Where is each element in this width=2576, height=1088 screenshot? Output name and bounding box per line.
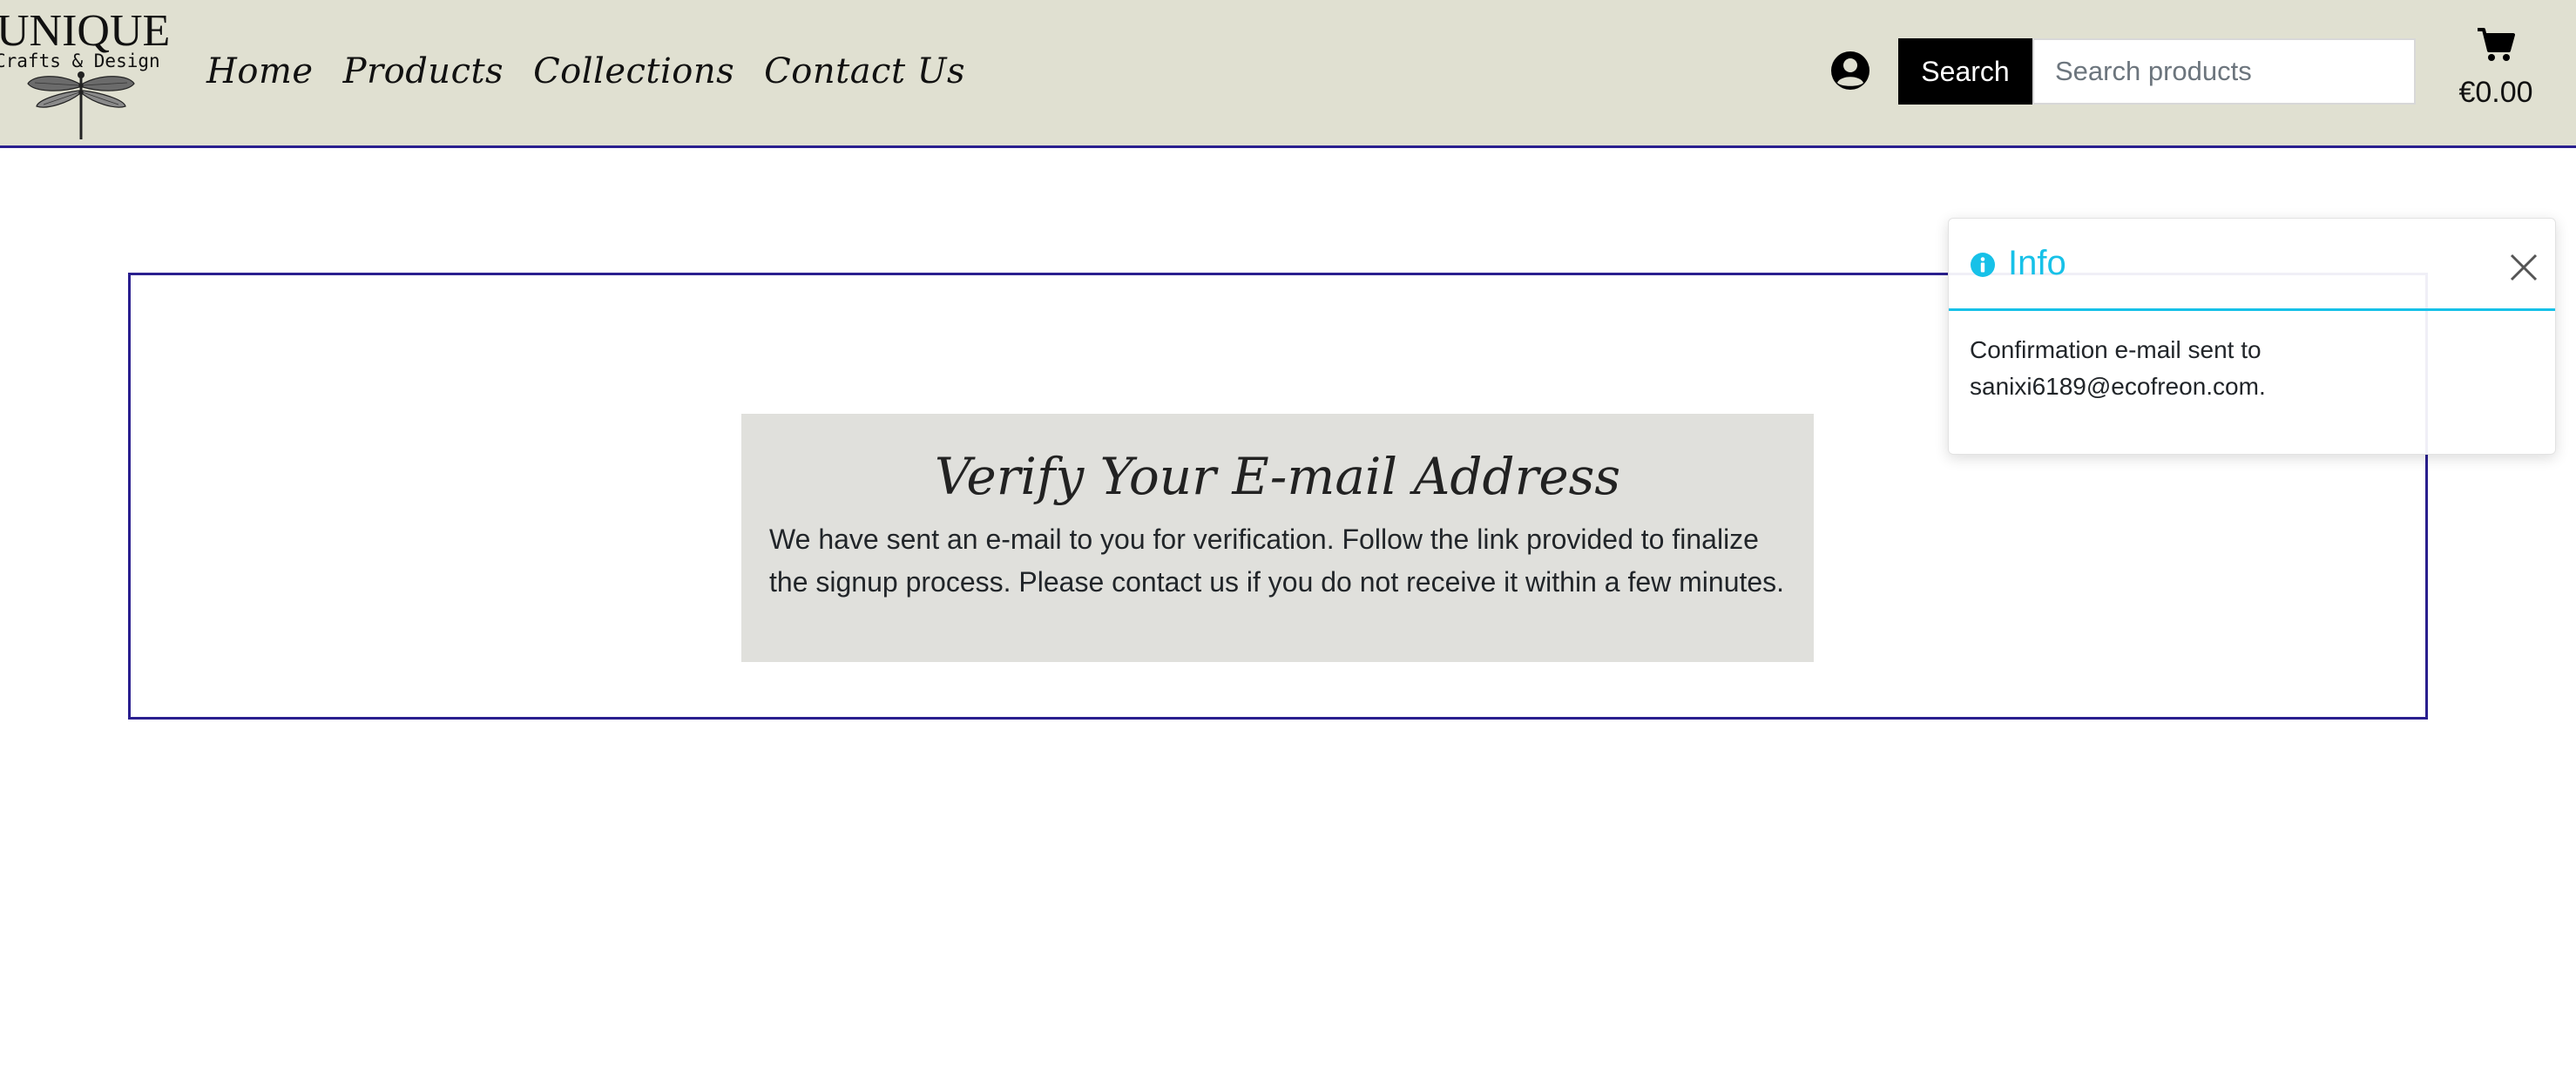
close-icon[interactable] (2506, 250, 2541, 285)
cart-total: €0.00 (2458, 76, 2533, 109)
nav-products[interactable]: Products (343, 45, 504, 98)
nav-home[interactable]: Home (206, 45, 314, 98)
info-toast: Info Confirmation e-mail sent to sanixi6… (1948, 218, 2556, 455)
cart-widget[interactable]: €0.00 (2448, 24, 2544, 120)
site-header: UNIQUE Crafts & Design Home Products Col… (0, 0, 2576, 148)
verify-email-card: Verify Your E-mail Address We have sent … (741, 414, 1814, 662)
user-circle-icon[interactable] (1830, 51, 1870, 91)
toast-message: Confirmation e-mail sent to sanixi6189@e… (1970, 336, 2266, 400)
site-logo[interactable]: UNIQUE Crafts & Design (0, 7, 170, 139)
main-nav: Home Products Collections Contact Us (206, 45, 965, 98)
dragonfly-icon (27, 71, 135, 139)
verify-message: We have sent an e-mail to you for verifi… (769, 524, 1785, 598)
logo-subtitle: Crafts & Design (0, 51, 160, 71)
page-title: Verify Your E-mail Address (934, 447, 1621, 506)
nav-contact-us[interactable]: Contact Us (764, 45, 965, 98)
shopping-cart-icon[interactable] (2476, 24, 2516, 64)
toast-title: Info (2008, 244, 2066, 282)
toast-header: Info (1949, 219, 2555, 311)
nav-collections[interactable]: Collections (533, 45, 734, 98)
search-button[interactable]: Search (1898, 38, 2032, 105)
info-circle-icon (1971, 253, 1995, 277)
search-input[interactable] (2032, 38, 2416, 105)
logo-title: UNIQUE (0, 6, 171, 56)
